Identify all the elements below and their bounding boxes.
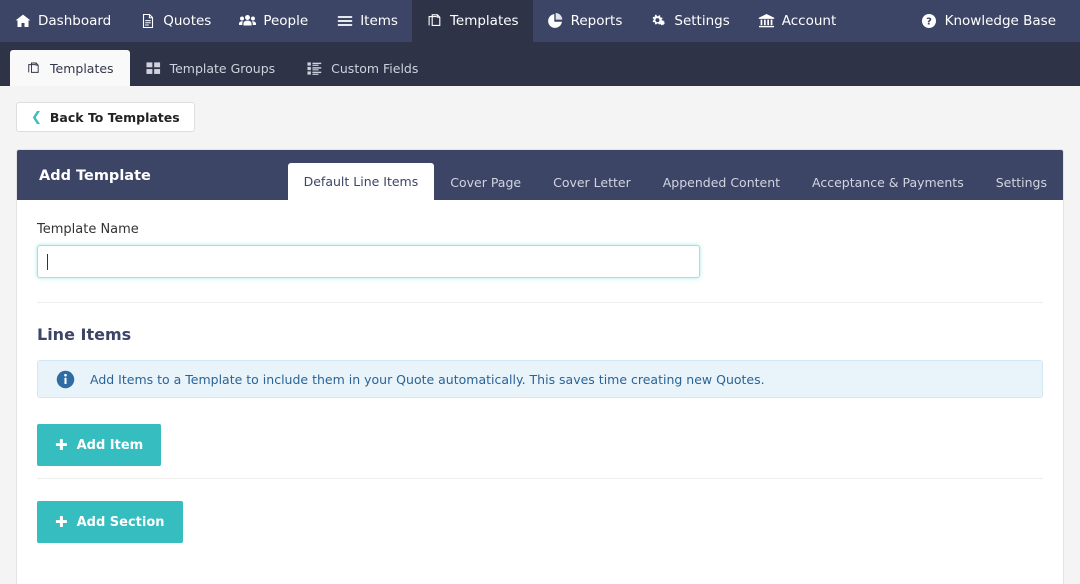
subnav-item-label: Templates: [50, 60, 114, 76]
tab-label: Appended Content: [662, 175, 781, 190]
nav-item-account[interactable]: Account: [744, 0, 851, 42]
add-item-row: ✚ Add Item: [37, 424, 1043, 466]
top-nav-right: ? Knowledge Base: [907, 0, 1080, 42]
tab-settings[interactable]: Settings: [980, 165, 1063, 200]
divider: [37, 302, 1043, 303]
tab-label: Default Line Items: [303, 174, 419, 189]
tab-label: Cover Page: [450, 175, 522, 190]
subnav-item-label: Template Groups: [169, 60, 276, 76]
gears-icon: [650, 13, 667, 30]
nav-item-templates[interactable]: Templates: [411, 0, 533, 42]
nav-item-label: Templates: [449, 13, 519, 29]
panel-header: Add Template Default Line Items Cover Pa…: [17, 150, 1063, 200]
nav-item-label: People: [263, 13, 309, 29]
tab-acceptance-and-payments[interactable]: Acceptance & Payments: [796, 165, 980, 200]
nav-item-reports[interactable]: Reports: [533, 0, 637, 42]
page-content: ❮ Back To Templates Add Template Default…: [0, 86, 1080, 584]
list-icon: [336, 13, 353, 30]
knowledge-base-link[interactable]: ? Knowledge Base: [907, 0, 1070, 42]
nav-item-dashboard[interactable]: Dashboard: [0, 0, 125, 42]
template-name-label: Template Name: [37, 222, 139, 237]
question-circle-icon: ?: [921, 13, 938, 30]
template-name-input[interactable]: [37, 245, 700, 278]
add-item-label: Add Item: [76, 437, 144, 453]
back-to-templates-button[interactable]: ❮ Back To Templates: [16, 102, 195, 132]
document-icon: [139, 13, 156, 30]
list-detail-icon: [307, 61, 322, 76]
nav-item-label: Reports: [570, 13, 623, 29]
home-icon: [14, 13, 31, 30]
subnav-item-label: Custom Fields: [331, 60, 419, 76]
secondary-navigation-bar: Templates Template Groups Custom Fields: [0, 42, 1080, 86]
add-template-panel: Add Template Default Line Items Cover Pa…: [16, 149, 1064, 584]
people-icon: [239, 13, 257, 30]
nav-item-label: Account: [781, 13, 837, 29]
tab-cover-page[interactable]: Cover Page: [434, 165, 537, 200]
tab-label: Cover Letter: [553, 175, 631, 190]
plus-icon: ✚: [55, 512, 68, 531]
plus-icon: ✚: [55, 435, 68, 454]
tab-label: Acceptance & Payments: [812, 175, 964, 190]
top-navigation-bar: Dashboard Quotes People Items Templates: [0, 0, 1080, 42]
info-circle-icon: [56, 370, 75, 389]
add-section-row: ✚ Add Section: [37, 501, 1043, 543]
add-section-button[interactable]: ✚ Add Section: [37, 501, 183, 543]
tab-appended-content[interactable]: Appended Content: [647, 165, 796, 200]
nav-item-quotes[interactable]: Quotes: [125, 0, 225, 42]
pie-chart-icon: [547, 13, 564, 30]
subnav-item-template-groups[interactable]: Template Groups: [130, 50, 292, 86]
subnav-item-templates[interactable]: Templates: [10, 50, 130, 86]
svg-text:?: ?: [926, 17, 932, 28]
nav-item-label: Items: [360, 13, 398, 29]
add-item-button[interactable]: ✚ Add Item: [37, 424, 162, 466]
knowledge-base-label: Knowledge Base: [944, 13, 1056, 29]
subnav-item-custom-fields[interactable]: Custom Fields: [291, 50, 434, 86]
tab-default-line-items[interactable]: Default Line Items: [287, 163, 435, 200]
tab-cover-letter[interactable]: Cover Letter: [537, 165, 647, 200]
text-caret: [47, 253, 48, 270]
top-nav-items: Dashboard Quotes People Items Templates: [0, 0, 850, 42]
divider: [37, 478, 1043, 479]
info-banner: Add Items to a Template to include them …: [37, 360, 1043, 398]
nav-item-people[interactable]: People: [225, 0, 322, 42]
tab-label: Settings: [995, 175, 1047, 190]
templates-icon: [426, 13, 443, 30]
line-items-heading: Line Items: [37, 325, 132, 344]
chevron-left-icon: ❮: [31, 109, 42, 125]
nav-item-settings[interactable]: Settings: [636, 0, 743, 42]
info-banner-text: Add Items to a Template to include them …: [90, 371, 765, 387]
nav-item-items[interactable]: Items: [322, 0, 412, 42]
nav-item-label: Dashboard: [38, 13, 112, 29]
nav-item-label: Settings: [674, 13, 730, 29]
grid-icon: [146, 61, 161, 76]
nav-item-label: Quotes: [163, 13, 212, 29]
panel-body: Template Name Line Items Add Items to a …: [17, 200, 1063, 543]
templates-icon: [26, 61, 41, 76]
panel-tabs: Default Line Items Cover Page Cover Lett…: [287, 150, 1063, 200]
back-button-label: Back To Templates: [49, 109, 180, 125]
bank-icon: [758, 13, 775, 30]
page-title: Add Template: [39, 168, 151, 184]
add-section-label: Add Section: [76, 514, 165, 530]
